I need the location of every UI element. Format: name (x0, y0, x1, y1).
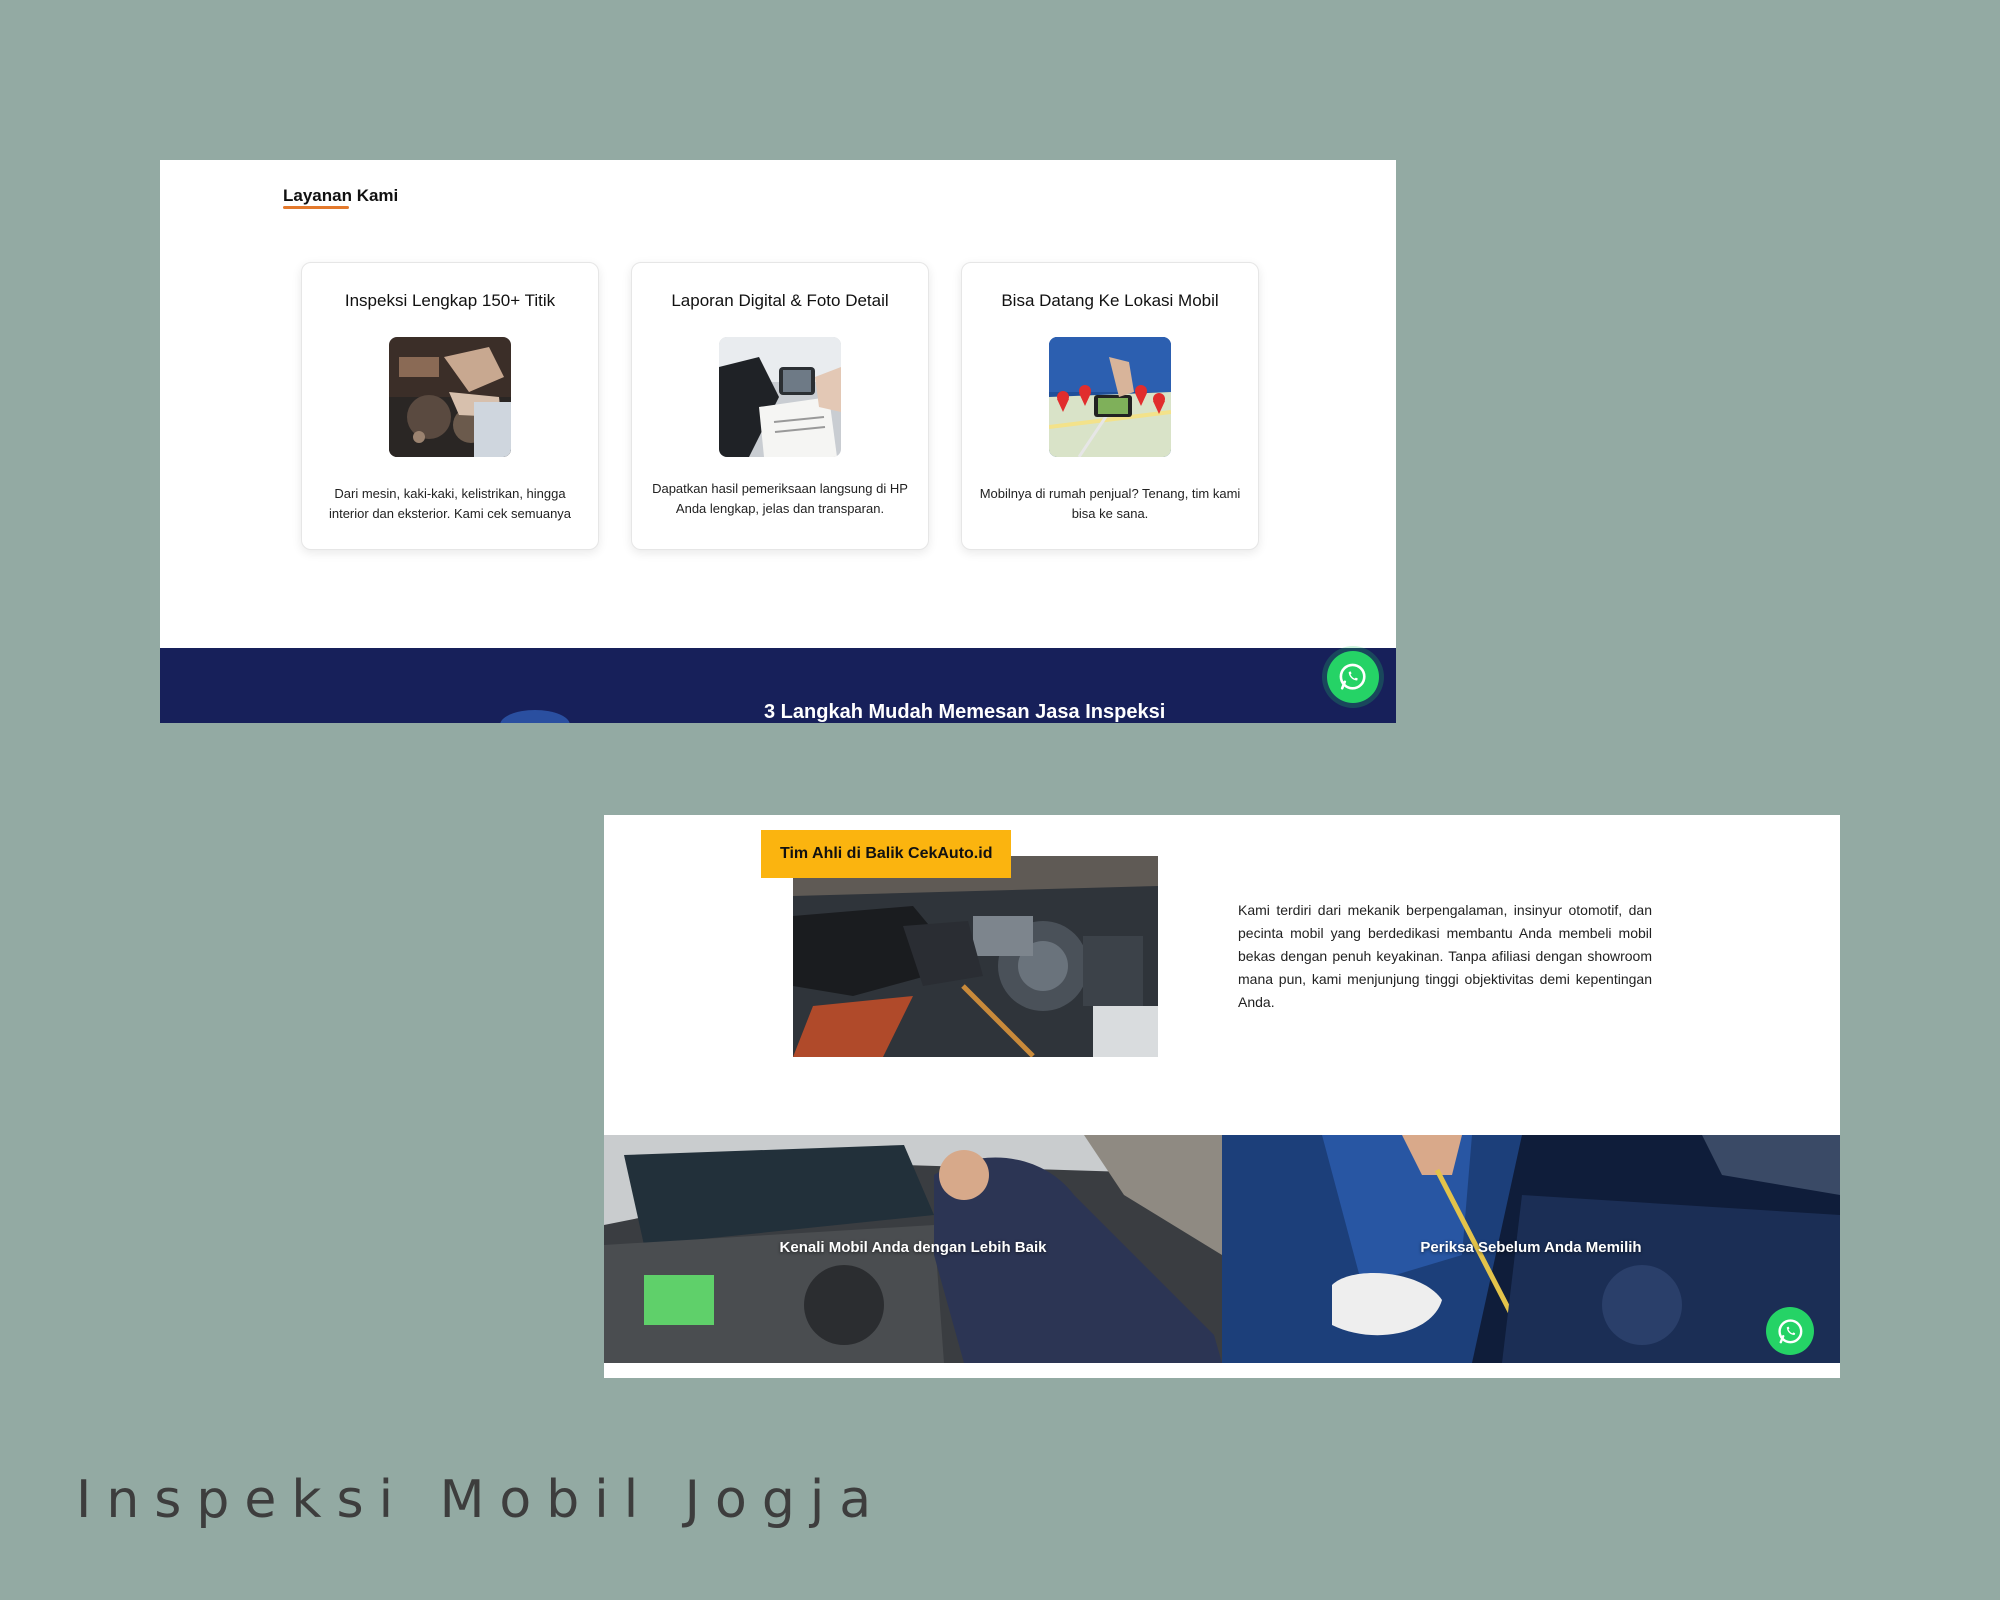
project-caption: Inspeksi Mobil Jogja (76, 1470, 887, 1530)
page-bottom-edge (604, 1363, 1840, 1378)
team-badge: Tim Ahli di Balik CekAuto.id (761, 830, 1012, 878)
banner-check-before-choose[interactable]: Periksa Sebelum Anda Memilih (1222, 1135, 1840, 1363)
mechanic-engine-photo (793, 856, 1158, 1057)
phone-report-photo (719, 337, 841, 457)
service-card-description: Mobilnya di rumah penjual? Tenang, tim k… (979, 486, 1241, 521)
banner-label: Periksa Sebelum Anda Memilih (1420, 1239, 1642, 1256)
whatsapp-icon (1340, 664, 1366, 690)
service-card[interactable]: Inspeksi Lengkap 150+ Titik Dari mesin, … (301, 262, 599, 550)
section-title: Layanan Kami (283, 186, 399, 205)
whatsapp-icon (1777, 1318, 1802, 1343)
service-card-title: Inspeksi Lengkap 150+ Titik (344, 291, 556, 310)
service-card[interactable]: Bisa Datang Ke Lokasi Mobil Mobilnya di … (961, 262, 1259, 550)
banner-know-your-car[interactable]: Kenali Mobil Anda dengan Lebih Baik (604, 1135, 1222, 1363)
section-title-underline (283, 206, 349, 209)
engine-inspection-photo (389, 337, 511, 457)
team-screenshot: Tim Ahli di Balik CekAuto.id Kami terdir… (604, 815, 1840, 1378)
banner-label: Kenali Mobil Anda dengan Lebih Baik (779, 1239, 1047, 1256)
decorative-shape (500, 710, 570, 723)
steps-section-band: 3 Langkah Mudah Memesan Jasa Inspeksi (160, 648, 1396, 723)
service-card-title: Laporan Digital & Foto Detail (671, 291, 889, 310)
service-card-title: Bisa Datang Ke Lokasi Mobil (1001, 291, 1219, 310)
map-location-photo (1049, 337, 1171, 457)
whatsapp-button[interactable] (1327, 651, 1379, 703)
whatsapp-button[interactable] (1766, 1307, 1814, 1355)
service-card-description: Dapatkan hasil pemeriksaan langsung di H… (652, 481, 908, 516)
services-screenshot: Layanan Kami Inspeksi Lengkap 150+ Titik… (160, 160, 1396, 723)
service-card-description: Dari mesin, kaki-kaki, kelistrikan, hing… (328, 486, 572, 521)
team-description: Kami terdiri dari mekanik berpengalaman,… (1238, 902, 1652, 1010)
service-card[interactable]: Laporan Digital & Foto Detail Dapatkan h… (631, 262, 929, 550)
steps-section-title: 3 Langkah Mudah Memesan Jasa Inspeksi (764, 701, 1166, 723)
